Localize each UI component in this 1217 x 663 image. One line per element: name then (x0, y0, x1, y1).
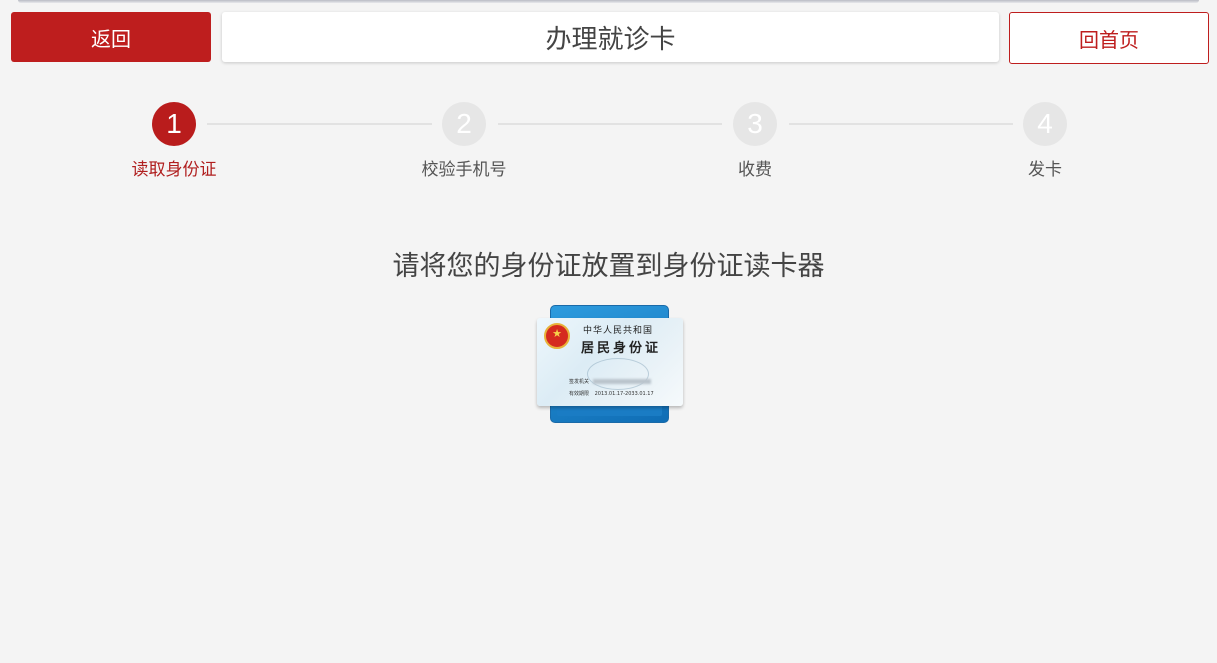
id-card-issuer-label: 签发机关 (569, 379, 590, 385)
step-3-circle: 3 (733, 102, 777, 146)
id-card-issuer-row: 签发机关 (569, 378, 652, 385)
id-card-country: 中华人民共和国 (583, 326, 654, 336)
page-title: 办理就诊卡 (222, 12, 999, 62)
step-1-circle: 1 (152, 102, 196, 146)
id-card-validity-value: 2013.01.17-2033.01.17 (594, 391, 654, 397)
step-2-circle: 2 (442, 102, 486, 146)
step-1-label: 读取身份证 (131, 160, 217, 180)
card-watermark (587, 358, 649, 390)
back-button[interactable]: 返回 (11, 12, 211, 62)
id-card-title: 居民身份证 (581, 341, 662, 356)
id-card-validity-label: 有效期限 (569, 391, 590, 397)
step-connector (789, 123, 1013, 125)
step-4-circle: 4 (1023, 102, 1067, 146)
step-2-label: 校验手机号 (421, 160, 507, 180)
step-connector (207, 123, 432, 125)
national-emblem-icon: ★ (544, 323, 570, 349)
window-top-edge (18, 0, 1199, 3)
id-card-validity-row: 有效期限 2013.01.17-2033.01.17 (569, 390, 654, 397)
home-button[interactable]: 回首页 (1009, 12, 1209, 64)
id-card-image: ★ 中华人民共和国 居民身份证 签发机关 有效期限 2013.01.17-203… (537, 318, 683, 406)
step-4-label: 发卡 (1028, 160, 1062, 180)
step-3-label: 收费 (738, 160, 772, 180)
instruction-text: 请将您的身份证放置到身份证读卡器 (392, 251, 825, 282)
step-connector (498, 123, 722, 125)
